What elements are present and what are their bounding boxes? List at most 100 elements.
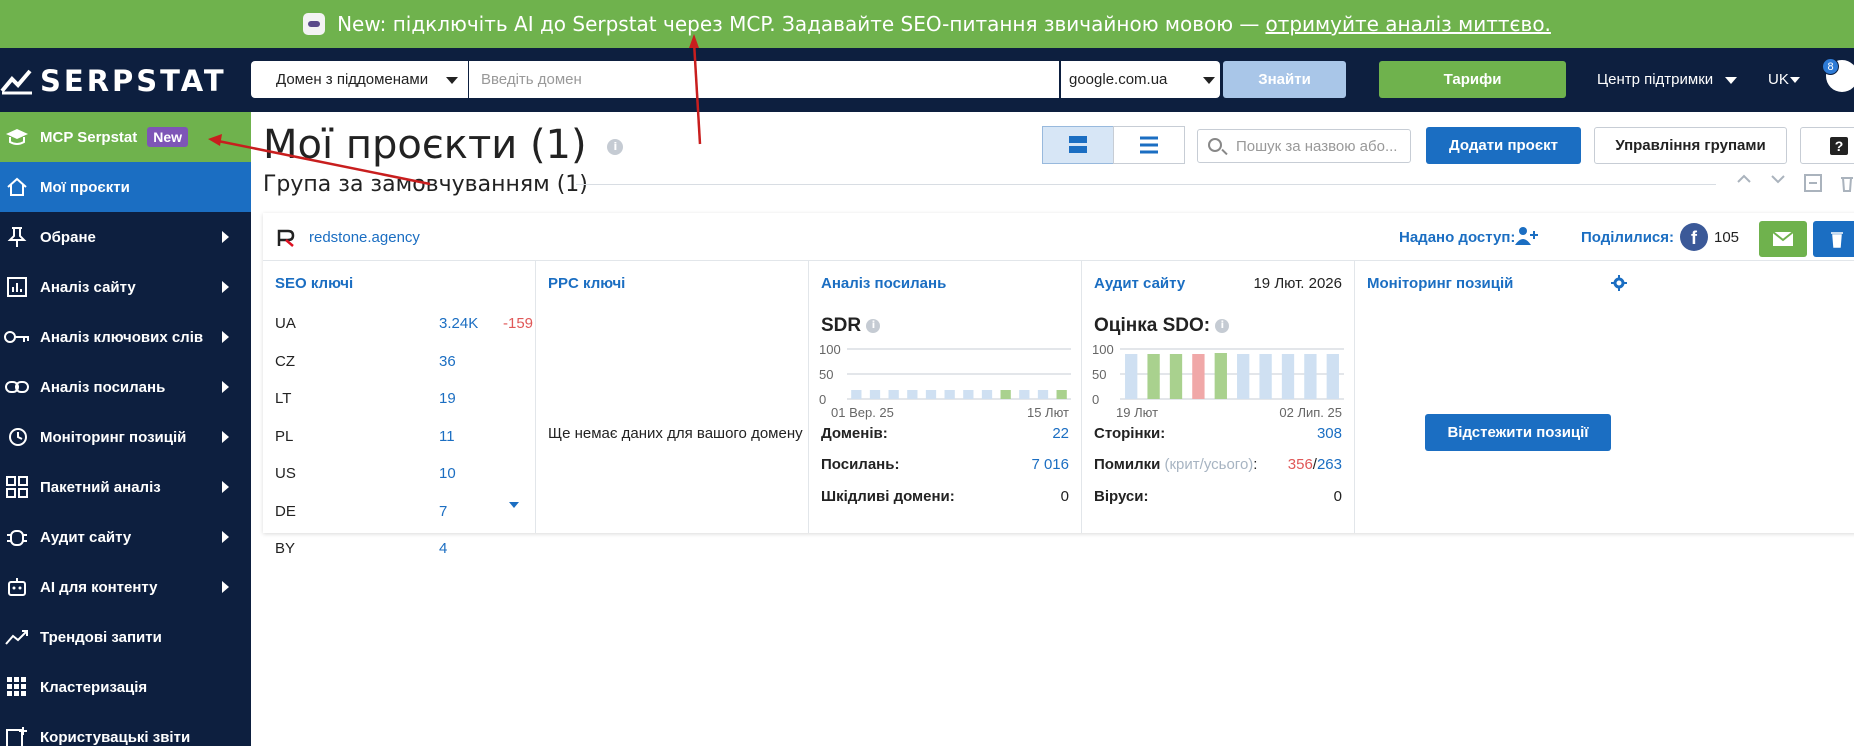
seo-keyword-count[interactable]: 10 bbox=[439, 465, 456, 482]
track-positions-button[interactable]: Відстежити позиції bbox=[1425, 414, 1611, 451]
link-analysis-panel: Аналіз посилань SDR i 100 50 0 01 Вер. 25 15… bbox=[809, 261, 1082, 533]
sidebar-item-keyword-analysis[interactable]: Аналіз ключових слів bbox=[0, 312, 251, 362]
sidebar-item-custom-reports[interactable]: Користувацькі звіти bbox=[0, 712, 251, 746]
chart-bar[interactable] bbox=[1000, 390, 1011, 399]
project-domain-link[interactable]: redstone.agency bbox=[309, 229, 420, 246]
position-monitoring-title[interactable]: Моніторинг позицій bbox=[1367, 275, 1513, 292]
sidebar-item-clustering[interactable]: Кластеризація bbox=[0, 662, 251, 712]
sidebar-item-trending-queries[interactable]: Трендові запити bbox=[0, 612, 251, 662]
language-menu[interactable]: UK bbox=[1768, 61, 1800, 98]
chart-bar[interactable] bbox=[1125, 354, 1138, 399]
sidebar-item-batch-analysis[interactable]: Пакетний аналіз bbox=[0, 462, 251, 512]
view-cards-button[interactable] bbox=[1042, 126, 1114, 164]
errors-value[interactable]: 356/263 bbox=[1288, 456, 1342, 473]
seo-keyword-count[interactable]: 19 bbox=[439, 390, 456, 407]
seo-keyword-count[interactable]: 36 bbox=[439, 353, 456, 370]
trash-icon bbox=[1831, 232, 1843, 248]
sidebar-item-site-analysis[interactable]: Аналіз сайту bbox=[0, 262, 251, 312]
add-project-button[interactable]: Додати проєкт bbox=[1426, 127, 1581, 164]
chart-bar[interactable] bbox=[888, 390, 899, 399]
mail-icon bbox=[1772, 231, 1794, 246]
screen: { "banner": { "text": "New: підключіть A… bbox=[0, 0, 1854, 746]
seo-country: US bbox=[275, 465, 296, 482]
seo-keyword-count[interactable]: 11 bbox=[439, 428, 455, 445]
chart-bar[interactable] bbox=[981, 390, 993, 399]
sidebar-item-label: Моніторинг позицій bbox=[40, 428, 187, 446]
report-add-icon bbox=[4, 724, 30, 746]
help-button[interactable]: ? bbox=[1800, 127, 1854, 164]
chart-bar[interactable] bbox=[851, 390, 862, 399]
seo-keyword-count[interactable]: 4 bbox=[439, 540, 447, 557]
tariffs-button[interactable]: Тарифи bbox=[1379, 61, 1566, 98]
sidebar-item-label: Трендові запити bbox=[40, 628, 162, 646]
collapse-icon[interactable] bbox=[1804, 174, 1822, 192]
view-list-button[interactable] bbox=[1113, 126, 1185, 164]
sidebar-item-label: Обране bbox=[40, 228, 96, 246]
search-engine-select[interactable]: google.com.ua bbox=[1061, 61, 1220, 98]
seo-keywords-title[interactable]: SEO ключі bbox=[275, 275, 353, 292]
chart-bar[interactable] bbox=[1147, 354, 1160, 399]
sidebar: MCP Serpstat New Мої проєкти Обране Анал… bbox=[0, 112, 251, 746]
delete-group-icon[interactable] bbox=[1840, 174, 1854, 192]
seo-keyword-count[interactable]: 7 bbox=[439, 503, 447, 520]
chevron-up-icon[interactable] bbox=[1736, 174, 1752, 184]
site-audit-title[interactable]: Аудит сайту bbox=[1094, 275, 1185, 292]
chart-bar[interactable] bbox=[1019, 390, 1030, 399]
chevron-right-icon bbox=[222, 431, 229, 443]
chart-bar[interactable] bbox=[1037, 390, 1049, 399]
chevron-down-icon[interactable] bbox=[1770, 174, 1786, 184]
ppc-keywords-title[interactable]: PPC ключі bbox=[548, 275, 625, 292]
chart-bar[interactable] bbox=[1304, 354, 1317, 399]
project-search-input[interactable]: Пошук за назвою або... bbox=[1197, 129, 1411, 163]
facebook-icon[interactable]: f bbox=[1680, 223, 1708, 251]
serpstat-logo[interactable]: SERPSTAT bbox=[0, 64, 227, 98]
chevron-down-icon bbox=[1790, 77, 1800, 83]
expand-rows-icon[interactable] bbox=[508, 501, 520, 509]
chart-bar[interactable] bbox=[963, 390, 974, 399]
page-title: Мої проєкти (1) i bbox=[263, 122, 624, 168]
sidebar-item-position-monitoring[interactable]: Моніторинг позицій bbox=[0, 412, 251, 462]
sidebar-item-link-analysis[interactable]: Аналіз посилань bbox=[0, 362, 251, 412]
link-analysis-title[interactable]: Аналіз посилань bbox=[821, 275, 946, 292]
chart-bar[interactable] bbox=[1056, 390, 1067, 399]
sidebar-item-favorites[interactable]: Обране bbox=[0, 212, 251, 262]
info-icon[interactable]: i bbox=[607, 139, 624, 155]
domain-input[interactable]: Введіть домен bbox=[469, 61, 1059, 98]
sidebar-item-mcp[interactable]: MCP Serpstat New bbox=[0, 112, 251, 162]
chart-bar[interactable] bbox=[1326, 354, 1339, 399]
find-button[interactable]: Знайти bbox=[1223, 61, 1346, 98]
manage-groups-button[interactable]: Управління групами bbox=[1594, 127, 1787, 164]
info-icon[interactable]: i bbox=[1215, 318, 1230, 333]
chart-bar[interactable] bbox=[869, 390, 881, 399]
chart-bar[interactable] bbox=[1214, 353, 1227, 399]
links-value[interactable]: 7 016 bbox=[1031, 456, 1069, 473]
gear-icon[interactable] bbox=[1611, 275, 1627, 291]
info-icon[interactable]: i bbox=[866, 318, 881, 333]
sidebar-item-my-projects[interactable]: Мої проєкти bbox=[0, 162, 251, 212]
chart-bar[interactable] bbox=[1281, 354, 1295, 399]
sidebar-item-label: Аналіз посилань bbox=[40, 378, 166, 396]
seo-keyword-count[interactable]: 3.24K bbox=[439, 315, 478, 332]
sidebar-item-site-audit[interactable]: Аудит сайту bbox=[0, 512, 251, 562]
banner-link[interactable]: отримуйте аналіз миттєво. bbox=[1265, 12, 1550, 36]
chart-bar[interactable] bbox=[1237, 354, 1250, 399]
malicious-label: Шкідливі домени: bbox=[821, 488, 955, 505]
chart-bar[interactable] bbox=[1259, 354, 1272, 399]
email-button[interactable] bbox=[1759, 221, 1807, 257]
chart-bar[interactable] bbox=[925, 390, 937, 399]
group-divider bbox=[576, 184, 1716, 185]
chart-bar[interactable] bbox=[944, 390, 955, 399]
sidebar-item-ai-content[interactable]: AI для контенту bbox=[0, 562, 251, 612]
delete-project-button[interactable] bbox=[1813, 221, 1854, 257]
chart-bar[interactable] bbox=[1169, 354, 1183, 399]
pages-value[interactable]: 308 bbox=[1317, 425, 1342, 442]
chart-bar[interactable] bbox=[907, 390, 918, 399]
help-icon: ? bbox=[1830, 137, 1848, 155]
domain-mode-select[interactable]: Домен з піддоменами bbox=[251, 61, 468, 98]
banner-text: New: підключіть AI до Serpstat через MCP… bbox=[337, 12, 1260, 36]
add-user-icon[interactable] bbox=[1513, 225, 1539, 247]
support-menu[interactable]: Центр підтримки bbox=[1597, 61, 1737, 98]
robot-icon bbox=[4, 574, 30, 600]
chart-bar[interactable] bbox=[1192, 354, 1205, 399]
domains-value[interactable]: 22 bbox=[1052, 425, 1069, 442]
